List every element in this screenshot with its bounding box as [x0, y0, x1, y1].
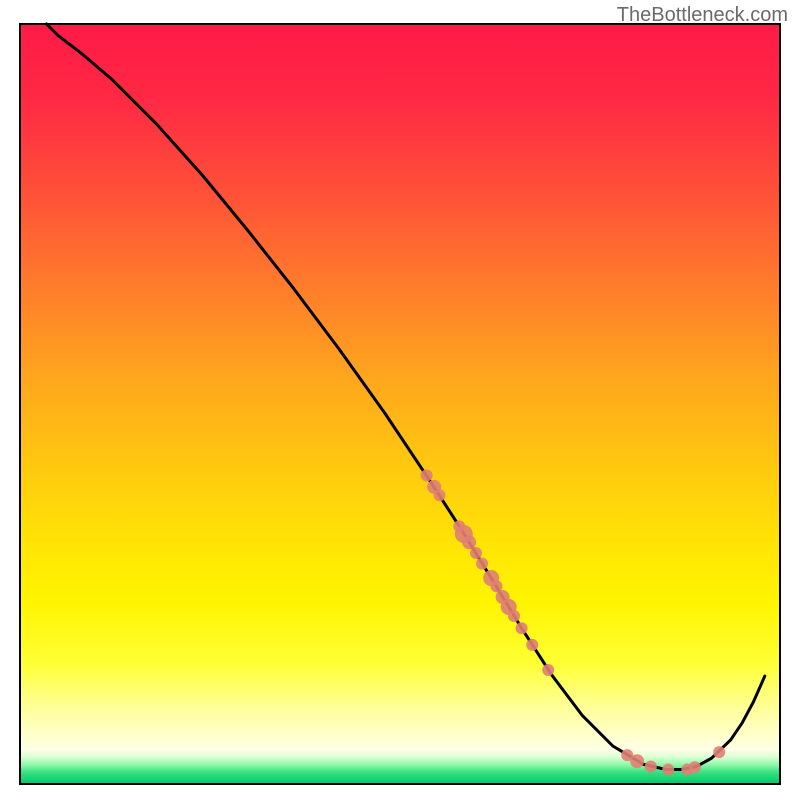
scatter-point: [662, 764, 674, 776]
scatter-point: [462, 535, 476, 549]
scatter-point: [421, 469, 433, 481]
scatter-point: [476, 558, 488, 570]
scatter-point: [542, 664, 554, 676]
scatter-point: [645, 761, 657, 773]
scatter-point: [516, 622, 528, 634]
scatter-point: [689, 761, 701, 773]
scatter-point: [470, 547, 482, 559]
scatter-point: [713, 746, 725, 758]
gradient-background: [20, 24, 780, 784]
scatter-point: [630, 754, 644, 768]
chart-container: TheBottleneck.com: [0, 0, 800, 800]
scatter-point: [526, 639, 538, 651]
watermark-label: TheBottleneck.com: [617, 4, 788, 27]
scatter-point: [508, 610, 520, 622]
bottleneck-curve-chart: [0, 0, 800, 800]
scatter-point: [434, 489, 446, 501]
